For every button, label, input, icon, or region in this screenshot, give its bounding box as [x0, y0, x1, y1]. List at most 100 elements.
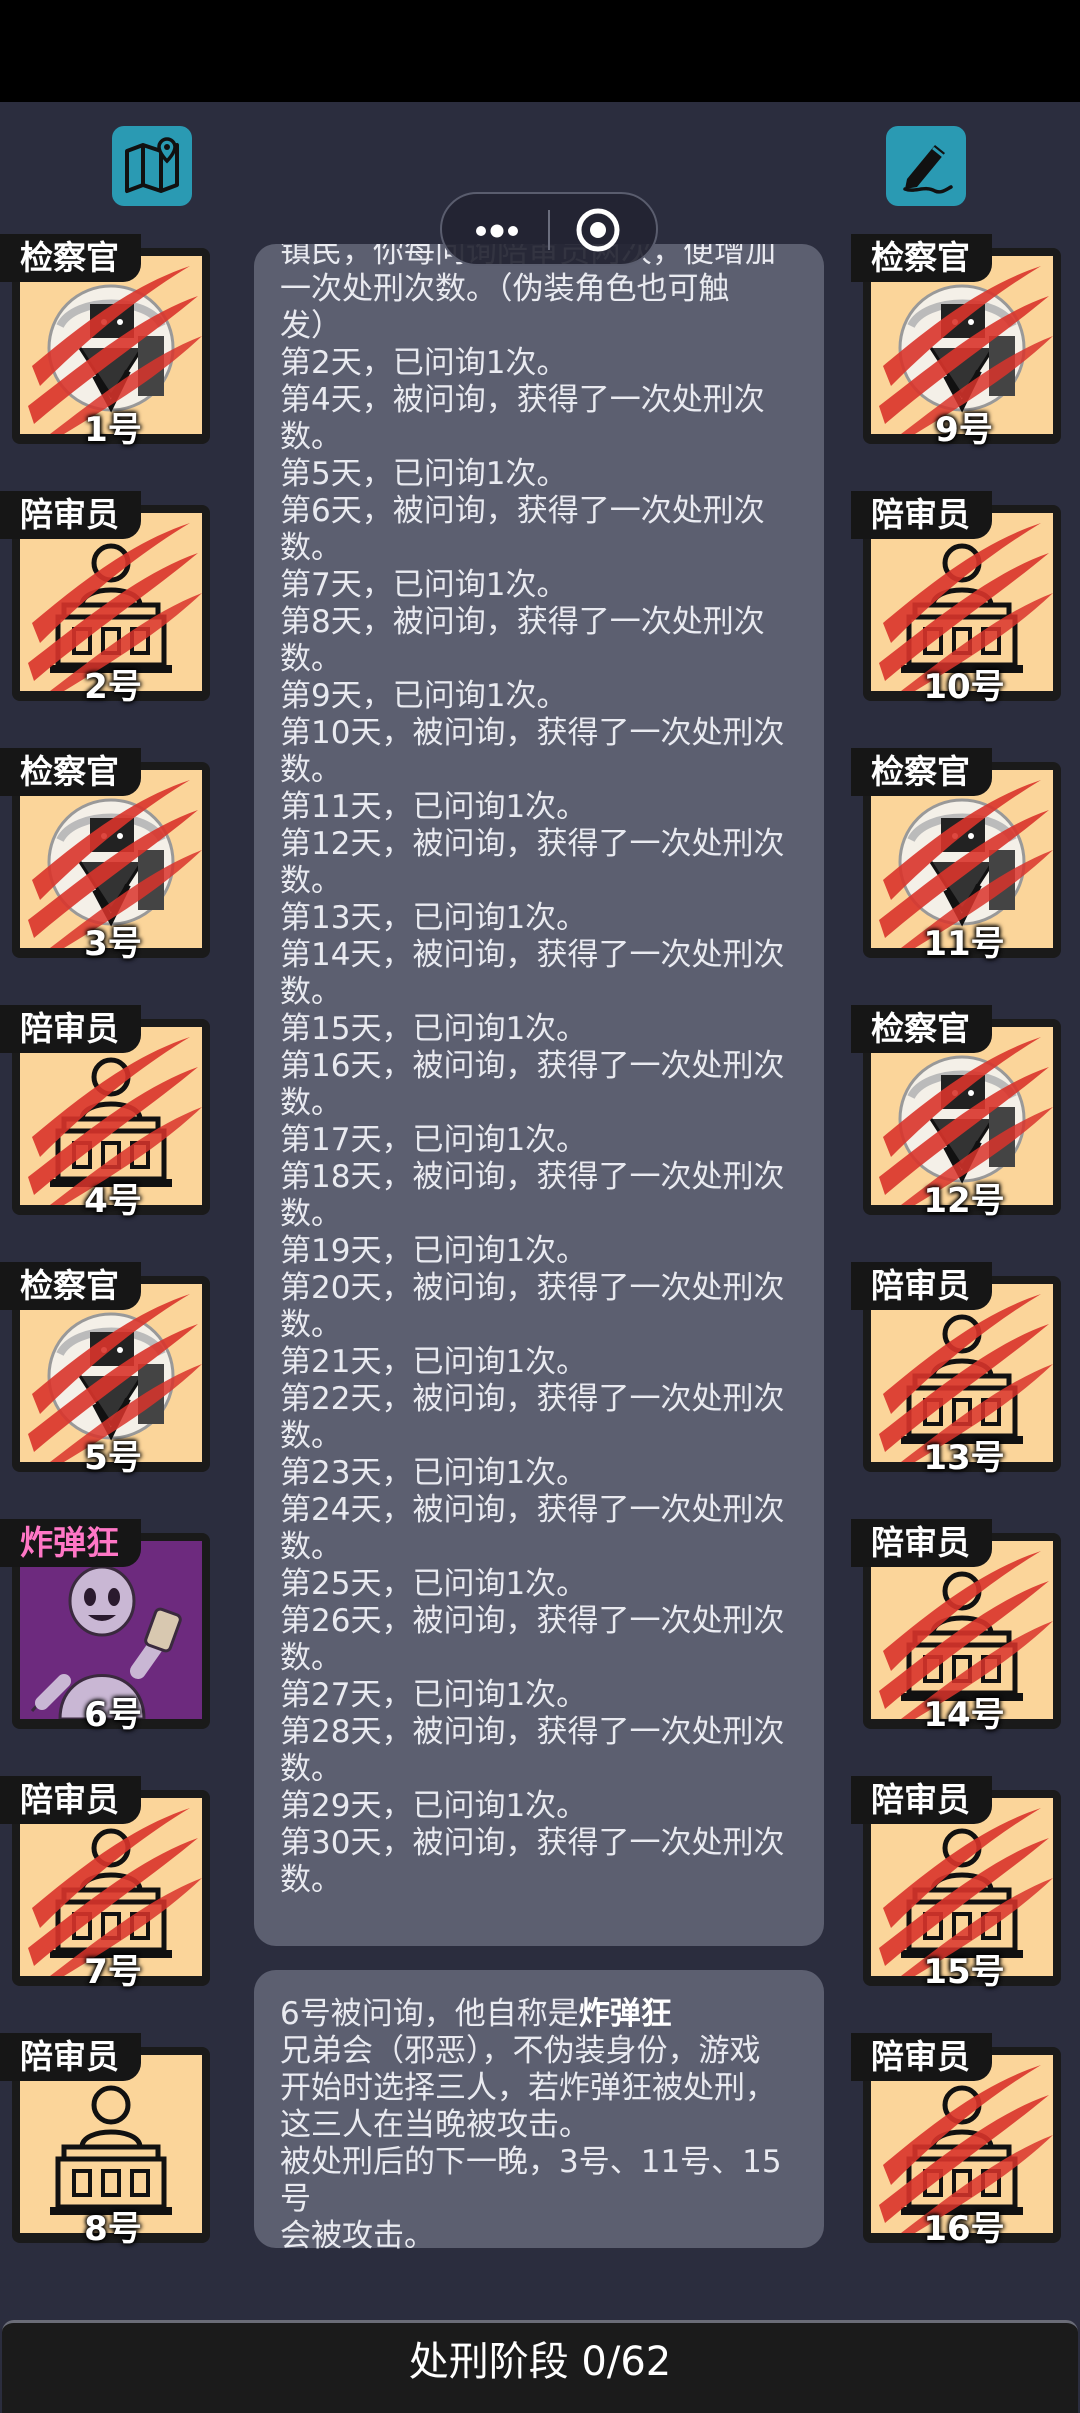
log-line: 第13天，已问询1次。 — [280, 900, 588, 936]
log-line: 第25天，已问询1次。 — [280, 1566, 588, 1602]
role-tag: 检察官 — [851, 1005, 992, 1053]
player-card[interactable]: 陪审员 2号 — [0, 491, 210, 707]
seat-number: 3号 — [84, 924, 142, 964]
close-target-icon[interactable] — [572, 204, 624, 256]
log-line: 第10天，被问询，获得了一次处刑次 — [280, 715, 785, 751]
claim-description-line: 被处刑后的下一晚，3号、11号、15号 — [280, 2144, 782, 2217]
map-button[interactable] — [112, 126, 192, 206]
log-line: 第15天，已问询1次。 — [280, 1011, 588, 1047]
seat-number: 4号 — [84, 1181, 142, 1221]
log-line: 第6天，被问询，获得了一次处刑次 — [280, 493, 765, 529]
player-card[interactable]: 陪审员 4号 — [0, 1005, 210, 1221]
log-line: 第26天，被问询，获得了一次处刑次 — [280, 1603, 785, 1639]
claim-info-panel: 6号被问询，他自称是炸弹狂 兄弟会（邪恶），不伪装身份，游戏 开始时选择三人，若炸… — [254, 1970, 824, 2254]
role-tag: 检察官 — [0, 234, 141, 282]
log-line: 数。 — [280, 1640, 342, 1676]
seat-number: 11号 — [923, 924, 1005, 964]
player-card[interactable]: 检察官 9号 — [851, 234, 1061, 450]
player-card[interactable]: 检察官 1号 — [0, 234, 210, 450]
role-tag: 检察官 — [851, 234, 992, 282]
role-tag: 陪审员 — [0, 1005, 141, 1053]
log-line: 数。 — [280, 641, 342, 677]
claim-line: 6号被问询，他自称是炸弹狂 — [280, 1996, 800, 2033]
seat-number: 2号 — [84, 667, 142, 707]
execution-phase-status: 处刑阶段 0/62 — [408, 2339, 672, 2385]
ability-log: 镇民，你每问询陪审员两次，便增加一次处刑次数。（伪装角色也可触发）第2天，已问询… — [280, 244, 800, 1899]
role-tag: 检察官 — [0, 1262, 141, 1310]
player-card[interactable]: 陪审员 16号 — [851, 2033, 1061, 2249]
player-card[interactable]: 陪审员 10号 — [851, 491, 1061, 707]
seat-number: 13号 — [923, 1438, 1005, 1478]
log-line: 数。 — [280, 1196, 342, 1232]
claimed-role: 炸弹狂 — [578, 1996, 672, 2032]
log-line: 第14天，被问询，获得了一次处刑次 — [280, 937, 785, 973]
log-line: 第27天，已问询1次。 — [280, 1677, 588, 1713]
seat-number: 1号 — [84, 410, 142, 450]
role-tag: 陪审员 — [851, 1776, 992, 1824]
status-bar — [0, 0, 1080, 102]
player-card[interactable]: 检察官 12号 — [851, 1005, 1061, 1221]
player-card[interactable]: 检察官 5号 — [0, 1262, 210, 1478]
log-line: 第30天，被问询，获得了一次处刑次 — [280, 1825, 785, 1861]
log-line: 第16天，被问询，获得了一次处刑次 — [280, 1048, 785, 1084]
seat-number: 9号 — [935, 410, 993, 450]
log-line: 第21天，已问询1次。 — [280, 1344, 588, 1380]
seat-number: 5号 — [84, 1438, 142, 1478]
seat-number: 10号 — [923, 667, 1005, 707]
ability-log-panel[interactable]: 镇民，你每问询陪审员两次，便增加一次处刑次数。（伪装角色也可触发）第2天，已问询… — [254, 244, 824, 1946]
role-tag: 炸弹狂 — [0, 1519, 141, 1567]
log-line: 第28天，被问询，获得了一次处刑次 — [280, 1714, 785, 1750]
seat-number: 12号 — [923, 1181, 1005, 1221]
log-line: 数。 — [280, 1418, 342, 1454]
player-card[interactable]: 陪审员 15号 — [851, 1776, 1061, 1992]
player-card[interactable]: 陪审员 8号 — [0, 2033, 210, 2249]
role-tag: 陪审员 — [0, 491, 141, 539]
role-tag: 陪审员 — [0, 1776, 141, 1824]
log-line: 数。 — [280, 530, 342, 566]
player-card[interactable]: 检察官 11号 — [851, 748, 1061, 964]
log-line: 第11天，已问询1次。 — [280, 789, 588, 825]
log-line: 第8天，被问询，获得了一次处刑次 — [280, 604, 765, 640]
log-line: 发） — [280, 308, 342, 344]
role-tag: 陪审员 — [851, 2033, 992, 2081]
player-card[interactable]: 陪审员 14号 — [851, 1519, 1061, 1735]
seat-number: 16号 — [923, 2209, 1005, 2249]
seat-number: 14号 — [923, 1695, 1005, 1735]
role-tag: 陪审员 — [0, 2033, 141, 2081]
log-line: 数。 — [280, 1751, 342, 1787]
log-line: 第12天，被问询，获得了一次处刑次 — [280, 826, 785, 862]
player-card[interactable]: 炸弹狂 6号 — [0, 1519, 210, 1735]
log-line: 第4天，被问询，获得了一次处刑次 — [280, 382, 765, 418]
claim-description-line: 会被攻击。 — [280, 2218, 435, 2254]
claim-description-line: 兄弟会（邪恶），不伪装身份，游戏 — [280, 2033, 761, 2069]
log-line: 第22天，被问询，获得了一次处刑次 — [280, 1381, 785, 1417]
claim-description-line: 这三人在当晚被攻击。 — [280, 2107, 590, 2143]
log-line: 第18天，被问询，获得了一次处刑次 — [280, 1159, 785, 1195]
log-line: 数。 — [280, 419, 342, 455]
log-line: 第2天，已问询1次。 — [280, 345, 568, 381]
log-line: 数。 — [280, 1529, 342, 1565]
role-tag: 检察官 — [851, 748, 992, 796]
map-icon — [125, 137, 179, 193]
log-line: 第5天，已问询1次。 — [280, 456, 568, 492]
role-tag: 陪审员 — [851, 491, 992, 539]
log-line: 第24天，被问询，获得了一次处刑次 — [280, 1492, 785, 1528]
log-line: 第7天，已问询1次。 — [280, 567, 568, 603]
seat-number: 6号 — [84, 1695, 142, 1735]
role-tag: 陪审员 — [851, 1262, 992, 1310]
log-line: 数。 — [280, 1085, 342, 1121]
player-card[interactable]: 陪审员 7号 — [0, 1776, 210, 1992]
seat-number: 8号 — [84, 2209, 142, 2249]
player-card[interactable]: 陪审员 13号 — [851, 1262, 1061, 1478]
execution-phase-bar: 处刑阶段 0/62 — [2, 2320, 1078, 2413]
capsule-divider — [548, 210, 550, 250]
log-line: 数。 — [280, 752, 342, 788]
log-line: 第23天，已问询1次。 — [280, 1455, 588, 1491]
notes-button[interactable] — [886, 126, 966, 206]
log-line: 数。 — [280, 863, 342, 899]
role-tag: 陪审员 — [851, 1519, 992, 1567]
log-line: 数。 — [280, 1307, 342, 1343]
seat-number: 15号 — [923, 1952, 1005, 1992]
more-icon[interactable] — [472, 216, 522, 246]
player-card[interactable]: 检察官 3号 — [0, 748, 210, 964]
